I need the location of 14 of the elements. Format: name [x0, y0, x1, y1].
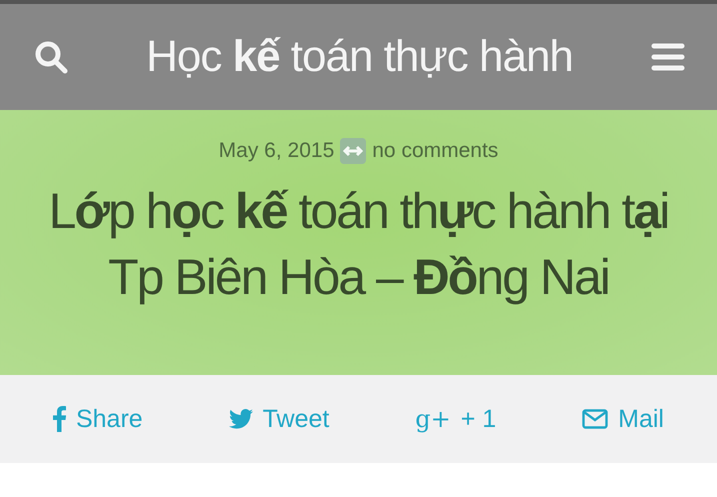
envelope-icon: [582, 409, 608, 429]
post-date: May 6, 2015: [218, 139, 334, 163]
post-title: Lớp học kế toán thực hành tại Tp Biên Hòa – Đồng Nai: [48, 182, 670, 307]
share-link[interactable]: g+ + 1: [415, 404, 496, 434]
share-link[interactable]: Tweet: [228, 404, 330, 434]
google-plus-icon: g+: [415, 405, 451, 433]
bird-icon: [228, 409, 253, 429]
mail-link[interactable]: Mail: [582, 404, 664, 434]
left-right-arrow-icon: [340, 138, 366, 164]
comments-link[interactable]: no comments: [372, 139, 498, 163]
menu-icon[interactable]: [651, 43, 685, 71]
search-icon[interactable]: [34, 40, 68, 74]
share-link[interactable]: Share: [52, 404, 143, 434]
facebook-icon: [52, 406, 66, 432]
